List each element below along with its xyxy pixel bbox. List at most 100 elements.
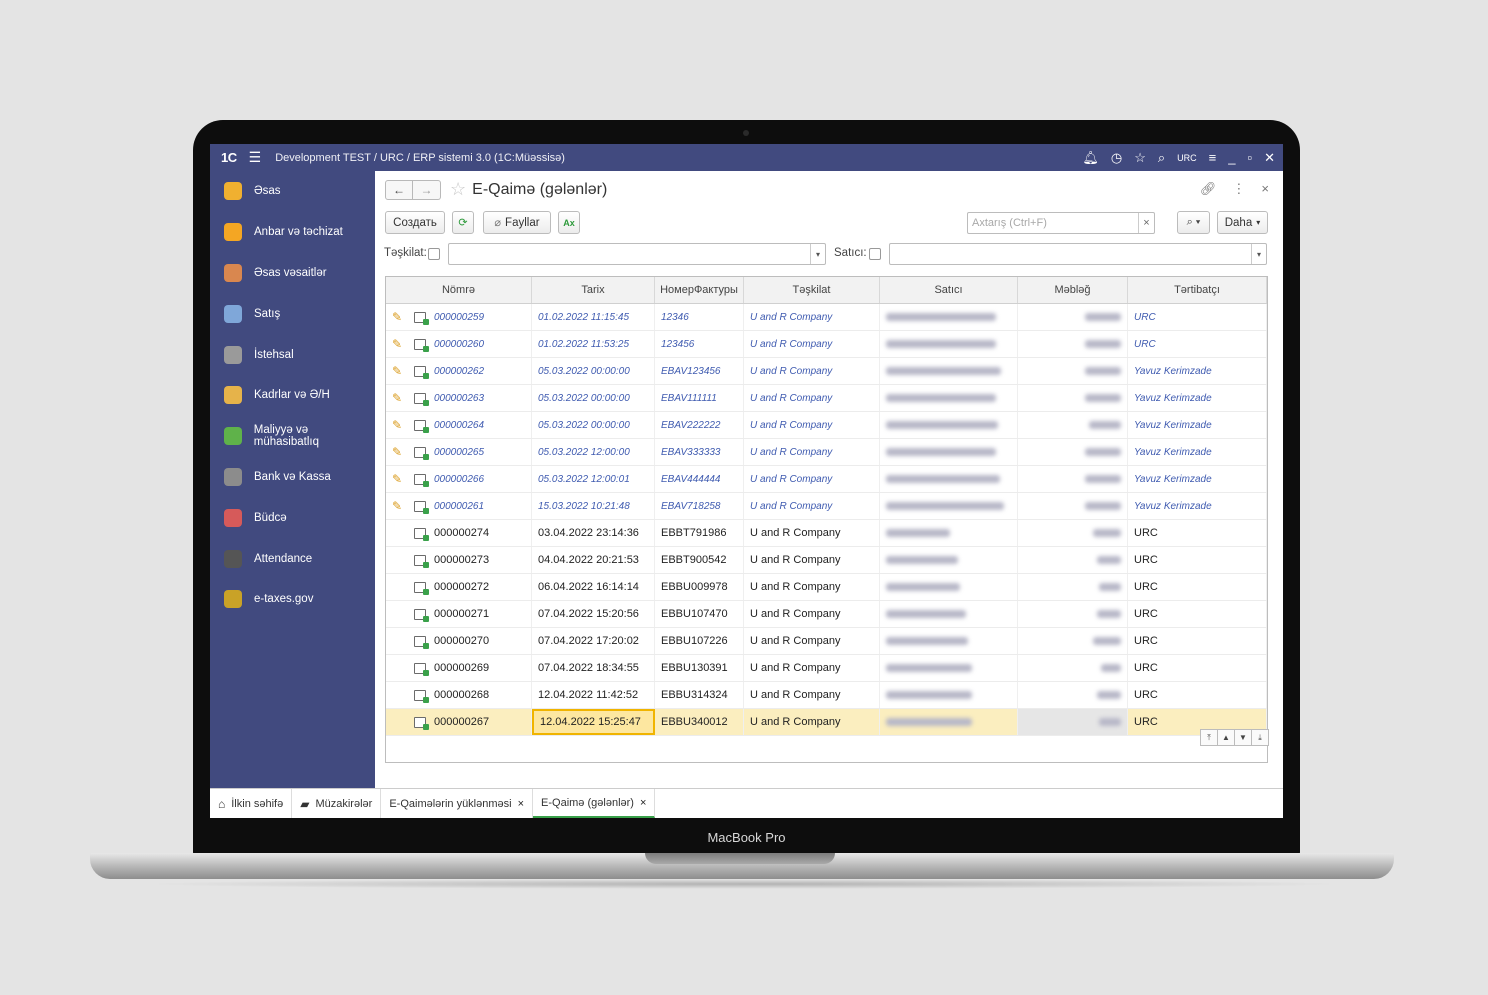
cell-number[interactable]: ✎ 000000265 — [386, 439, 532, 465]
cell-number[interactable]: 000000269 — [386, 655, 532, 681]
page-up-icon[interactable]: ▲ — [1217, 729, 1235, 746]
table-row[interactable]: ✎ 000000264 05.03.2022 00:00:00 EBAV222222 U… — [386, 412, 1267, 439]
cell-amount-blurred[interactable] — [1018, 358, 1128, 384]
page-down-icon[interactable]: ▼ — [1234, 729, 1252, 746]
cell-author[interactable]: Yavuz Kerimzade — [1128, 439, 1267, 465]
cell-author[interactable]: Yavuz Kerimzade — [1128, 412, 1267, 438]
search-icon[interactable]: ⌕ — [1158, 150, 1165, 166]
cell-author[interactable]: URC — [1128, 304, 1267, 330]
cell-amount-blurred[interactable] — [1018, 520, 1128, 546]
cell-date[interactable]: 07.04.2022 17:20:02 — [532, 628, 655, 654]
cell-number[interactable]: ✎ 000000266 — [386, 466, 532, 492]
cell-author[interactable]: URC — [1128, 628, 1267, 654]
sidebar-item[interactable]: Əsas vəsaitlər — [210, 253, 375, 294]
cell-invoice[interactable]: EBAV718258 — [655, 493, 744, 519]
column-header[interactable]: Təşkilat — [744, 277, 880, 303]
cell-seller-blurred[interactable] — [880, 574, 1018, 600]
favorites-star-icon[interactable]: ☆ — [1134, 150, 1146, 166]
cell-seller-blurred[interactable] — [880, 655, 1018, 681]
table-row[interactable]: 000000270 07.04.2022 17:20:02 EBBU107226 U … — [386, 628, 1267, 655]
column-header[interactable]: Tarix — [532, 277, 655, 303]
cell-invoice[interactable]: EBBT791986 — [655, 520, 744, 546]
sidebar-item[interactable]: Kadrlar və Ə/H — [210, 375, 375, 416]
sidebar-item[interactable]: Anbar və təchizat — [210, 212, 375, 253]
cell-date[interactable]: 12.04.2022 11:42:52 — [532, 682, 655, 708]
chevron-down-icon[interactable]: ▾ — [810, 244, 825, 264]
first-page-icon[interactable]: ⤒ — [1200, 729, 1218, 746]
cell-number[interactable]: ✎ 000000264 — [386, 412, 532, 438]
cell-number[interactable]: 000000273 — [386, 547, 532, 573]
cell-number[interactable]: 000000270 — [386, 628, 532, 654]
cell-org[interactable]: U and R Company — [744, 304, 880, 330]
cell-amount-blurred[interactable] — [1018, 304, 1128, 330]
cell-author[interactable]: URC — [1128, 601, 1267, 627]
cell-number[interactable]: ✎ 000000261 — [386, 493, 532, 519]
cell-amount-blurred[interactable] — [1018, 574, 1128, 600]
cell-seller-blurred[interactable] — [880, 493, 1018, 519]
cell-amount-blurred[interactable] — [1018, 682, 1128, 708]
cell-author[interactable]: URC — [1128, 547, 1267, 573]
cell-amount-blurred[interactable] — [1018, 628, 1128, 654]
seller-filter-select[interactable]: ▾ — [889, 243, 1267, 265]
cell-date[interactable]: 05.03.2022 00:00:00 — [532, 358, 655, 384]
sidebar-item[interactable]: Satış — [210, 293, 375, 334]
cell-org[interactable]: U and R Company — [744, 547, 880, 573]
table-row[interactable]: ✎ 000000265 05.03.2022 12:00:00 EBAV333333 U… — [386, 439, 1267, 466]
form-close-icon[interactable]: × — [1261, 181, 1269, 197]
cell-date[interactable]: 01.02.2022 11:53:25 — [532, 331, 655, 357]
close-icon[interactable]: ✕ — [1264, 150, 1275, 166]
cell-author[interactable]: Yavuz Kerimzade — [1128, 493, 1267, 519]
cell-date[interactable]: 05.03.2022 00:00:00 — [532, 412, 655, 438]
cell-invoice[interactable]: EBBU107226 — [655, 628, 744, 654]
cell-number[interactable]: ✎ 000000262 — [386, 358, 532, 384]
cell-amount-blurred[interactable] — [1018, 547, 1128, 573]
sidebar-item[interactable]: Maliyyə və mühasibatlıq — [210, 416, 375, 457]
column-header[interactable]: Məbləğ — [1018, 277, 1128, 303]
cell-seller-blurred[interactable] — [880, 439, 1018, 465]
create-button[interactable]: Создать — [385, 211, 445, 234]
cell-org[interactable]: U and R Company — [744, 655, 880, 681]
cell-invoice[interactable]: EBBU009978 — [655, 574, 744, 600]
last-page-icon[interactable]: ⤓ — [1251, 729, 1269, 746]
tab-1[interactable]: ⌂ İlkin səhifə — [210, 789, 293, 818]
table-row[interactable]: 000000269 07.04.2022 18:34:55 EBBU130391 U … — [386, 655, 1267, 682]
cell-author[interactable]: Yavuz Kerimzade — [1128, 466, 1267, 492]
cell-date[interactable]: 03.04.2022 23:14:36 — [532, 520, 655, 546]
bell-icon[interactable]: 🔔︎ — [1082, 150, 1099, 166]
table-row[interactable]: ✎ 000000262 05.03.2022 00:00:00 EBAV123456 U… — [386, 358, 1267, 385]
cell-amount-blurred[interactable] — [1018, 601, 1128, 627]
main-menu-icon[interactable]: ☰ — [249, 149, 262, 166]
cell-seller-blurred[interactable] — [880, 385, 1018, 411]
table-row[interactable]: ✎ 000000266 05.03.2022 12:00:01 EBAV444444 U… — [386, 466, 1267, 493]
cell-seller-blurred[interactable] — [880, 358, 1018, 384]
refresh-doc-button[interactable]: ⟳ — [452, 211, 474, 234]
cell-seller-blurred[interactable] — [880, 682, 1018, 708]
cell-seller-blurred[interactable] — [880, 412, 1018, 438]
cell-date[interactable]: 05.03.2022 12:00:01 — [532, 466, 655, 492]
table-row[interactable]: 000000271 07.04.2022 15:20:56 EBBU107470 U … — [386, 601, 1267, 628]
cell-date[interactable]: 07.04.2022 15:20:56 — [532, 601, 655, 627]
org-filter-select[interactable]: ▾ — [448, 243, 826, 265]
cell-amount-blurred[interactable] — [1018, 709, 1128, 735]
cell-author[interactable]: Yavuz Kerimzade — [1128, 385, 1267, 411]
cell-seller-blurred[interactable] — [880, 304, 1018, 330]
cell-invoice[interactable]: EBAV333333 — [655, 439, 744, 465]
table-row[interactable]: ✎ 000000263 05.03.2022 00:00:00 EBAV111111 U… — [386, 385, 1267, 412]
column-header[interactable]: Tərtibatçı — [1128, 277, 1267, 303]
cell-seller-blurred[interactable] — [880, 547, 1018, 573]
sidebar-item[interactable]: Attendance — [210, 538, 375, 579]
cell-date[interactable]: 12.04.2022 15:25:47 — [532, 709, 655, 735]
table-row[interactable]: 000000268 12.04.2022 11:42:52 EBBU314324 U … — [386, 682, 1267, 709]
cell-seller-blurred[interactable] — [880, 628, 1018, 654]
cell-org[interactable]: U and R Company — [744, 520, 880, 546]
cell-date[interactable]: 01.02.2022 11:15:45 — [532, 304, 655, 330]
table-row[interactable]: 000000273 04.04.2022 20:21:53 EBBT900542 U … — [386, 547, 1267, 574]
cell-author[interactable]: Yavuz Kerimzade — [1128, 358, 1267, 384]
cell-author[interactable]: URC — [1128, 574, 1267, 600]
cell-amount-blurred[interactable] — [1018, 655, 1128, 681]
chevron-down-icon[interactable]: ▾ — [1251, 244, 1266, 264]
cell-amount-blurred[interactable] — [1018, 412, 1128, 438]
cell-invoice[interactable]: EBAV444444 — [655, 466, 744, 492]
sidebar-item[interactable]: e-taxes.gov — [210, 579, 375, 620]
table-row[interactable]: 000000267 12.04.2022 15:25:47 EBBU340012 U … — [386, 709, 1267, 736]
